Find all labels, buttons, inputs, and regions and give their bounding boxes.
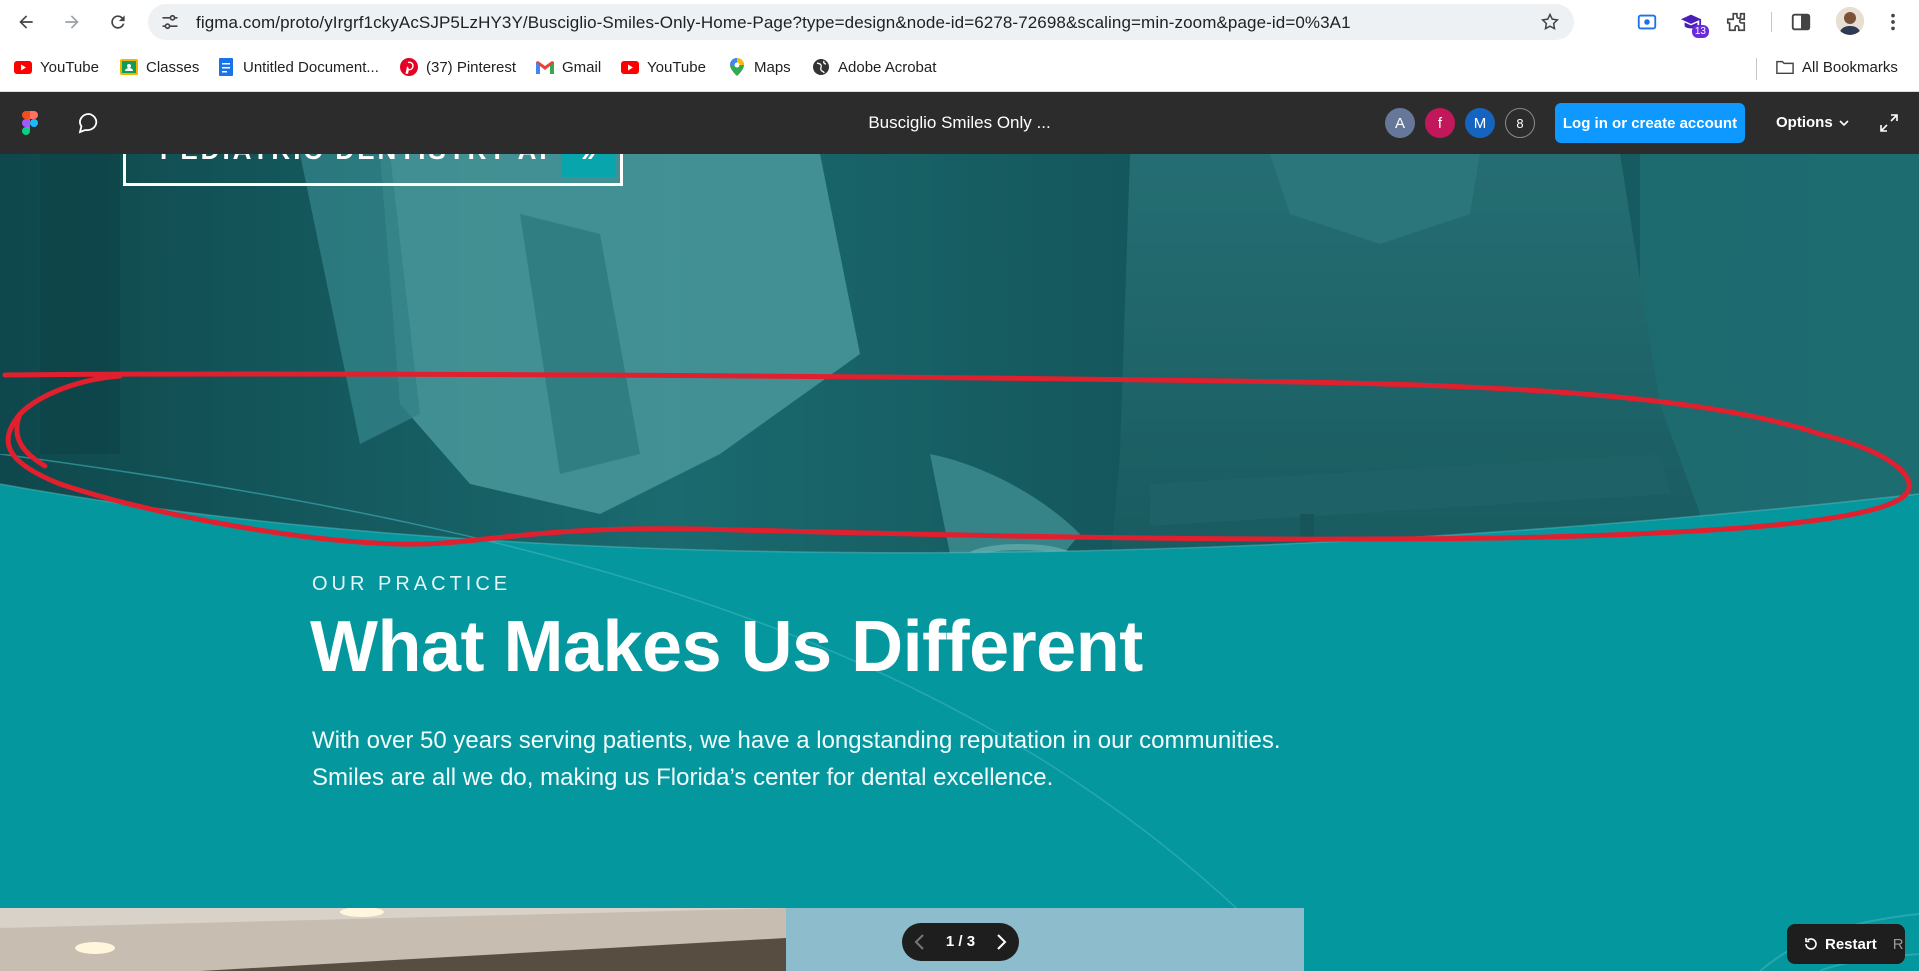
- record-icon: [1637, 14, 1657, 30]
- address-bar[interactable]: figma.com/proto/yIrgrf1ckyAcSJP5LzHY3Y/B…: [148, 4, 1574, 40]
- bookmark-label: Classes: [146, 58, 200, 76]
- bookmark-label: Untitled Document...: [243, 58, 379, 76]
- reload-button[interactable]: [102, 6, 134, 38]
- prototype-canvas: PEDIATRIC DENTISTRY APPT » OUR PRACTICE …: [0, 154, 1919, 971]
- arrow-left-icon: [19, 15, 33, 29]
- avatar-initial: f: [1437, 114, 1443, 132]
- bookmark-adobe-acrobat[interactable]: Adobe Acrobat: [812, 58, 936, 76]
- frame-pager: 1 / 3: [902, 923, 1019, 961]
- extensions-button[interactable]: [1722, 8, 1750, 36]
- maps-icon: [728, 58, 746, 76]
- bookmark-label: Adobe Acrobat: [838, 58, 937, 76]
- site-settings-icon[interactable]: [160, 12, 180, 32]
- bookmark-pinterest[interactable]: (37) Pinterest: [400, 58, 516, 76]
- office-photo-right: [786, 908, 1304, 971]
- section-eyebrow: OUR PRACTICE: [312, 573, 512, 595]
- section-heading: What Makes Us Different: [310, 607, 1143, 687]
- reload-icon: [111, 15, 125, 29]
- viewer-count-badge[interactable]: 8: [1505, 108, 1535, 138]
- chevron-right-icon[interactable]: [991, 932, 1011, 952]
- restart-button[interactable]: Restart R: [1787, 924, 1905, 964]
- section-body: With over 50 years serving patients, we …: [312, 727, 1281, 791]
- collaborator-avatar-f[interactable]: f: [1425, 108, 1455, 138]
- cta-label: PEDIATRIC DENTISTRY APPT: [160, 154, 599, 166]
- bookmarks-bar: YouTube Classes Untitled Document... (37…: [0, 44, 1919, 92]
- chevron-down-icon: [1839, 119, 1849, 126]
- viewer-count: 8: [1516, 115, 1524, 131]
- forward-button[interactable]: [56, 6, 88, 38]
- bookmark-classes[interactable]: Classes: [120, 58, 199, 76]
- bookmark-youtube[interactable]: YouTube: [14, 58, 99, 76]
- extension-badge: 13: [1691, 25, 1709, 38]
- bookmark-gmail[interactable]: Gmail: [536, 58, 601, 76]
- options-label: Options: [1776, 114, 1833, 131]
- restart-label: Restart: [1825, 935, 1877, 953]
- profile-avatar[interactable]: [1836, 7, 1864, 35]
- classroom-icon: [120, 58, 138, 76]
- gmail-icon: [536, 58, 554, 76]
- office-photo: [0, 908, 786, 971]
- side-panel-icon: [1791, 13, 1811, 31]
- browser-toolbar: figma.com/proto/yIrgrf1ckyAcSJP5LzHY3Y/B…: [0, 0, 1919, 44]
- bookmarks-divider: [1756, 58, 1757, 80]
- ceiling-lights-photo: [0, 908, 786, 971]
- document-title-text[interactable]: Busciglio Smiles Only ...: [868, 113, 1050, 133]
- fullscreen-icon[interactable]: [1879, 113, 1899, 133]
- avatar-initial: A: [1394, 114, 1405, 132]
- extension-graduation[interactable]: 13: [1677, 8, 1709, 38]
- youtube-icon: [621, 58, 639, 76]
- url-text[interactable]: figma.com/proto/yIrgrf1ckyAcSJP5LzHY3Y/B…: [196, 13, 1351, 33]
- toolbar-divider: [1771, 12, 1772, 32]
- puzzle-icon: [1726, 12, 1746, 32]
- decorative-wave-lines: [0, 454, 1919, 971]
- profile-photo-icon: [1836, 7, 1864, 35]
- screen-recorder-extension[interactable]: [1633, 8, 1661, 36]
- youtube-icon: [14, 58, 32, 76]
- bookmark-maps[interactable]: Maps: [728, 58, 791, 76]
- kebab-menu-icon: [1891, 13, 1895, 31]
- all-bookmarks-button[interactable]: All Bookmarks: [1776, 58, 1898, 76]
- bookmark-youtube-2[interactable]: YouTube: [621, 58, 706, 76]
- cta-arrow-icon: »: [561, 154, 616, 177]
- collaborator-avatar-m[interactable]: M: [1465, 108, 1495, 138]
- bookmark-untitled-document[interactable]: Untitled Document...: [217, 58, 379, 76]
- avatar-initial: M: [1473, 114, 1487, 132]
- collaborator-avatar-a[interactable]: A: [1385, 108, 1415, 138]
- figma-header: Busciglio Smiles Only ... A f M 8 Log in…: [0, 92, 1919, 154]
- document-icon: [217, 58, 235, 76]
- bookmark-label: Gmail: [562, 58, 602, 76]
- folder-icon: [1776, 58, 1794, 76]
- bookmark-label: YouTube: [40, 58, 99, 76]
- globe-icon: [812, 58, 830, 76]
- login-button[interactable]: Log in or create account: [1555, 103, 1745, 143]
- restart-shortcut: R: [1892, 935, 1904, 953]
- bookmark-label: Maps: [754, 58, 791, 76]
- restart-icon: [1805, 938, 1817, 950]
- pinterest-icon: [400, 58, 418, 76]
- side-panel-button[interactable]: [1787, 8, 1815, 36]
- bookmark-label: YouTube: [647, 58, 706, 76]
- bookmark-star-icon[interactable]: [1540, 12, 1560, 32]
- browser-menu-button[interactable]: [1879, 8, 1907, 36]
- bookmark-label: (37) Pinterest: [426, 58, 517, 76]
- options-menu-button[interactable]: Options: [1776, 114, 1849, 131]
- arrow-right-icon: [65, 15, 79, 29]
- pediatric-appointment-cta[interactable]: PEDIATRIC DENTISTRY APPT »: [123, 154, 623, 186]
- all-bookmarks-label: All Bookmarks: [1802, 58, 1898, 76]
- back-button[interactable]: [10, 6, 42, 38]
